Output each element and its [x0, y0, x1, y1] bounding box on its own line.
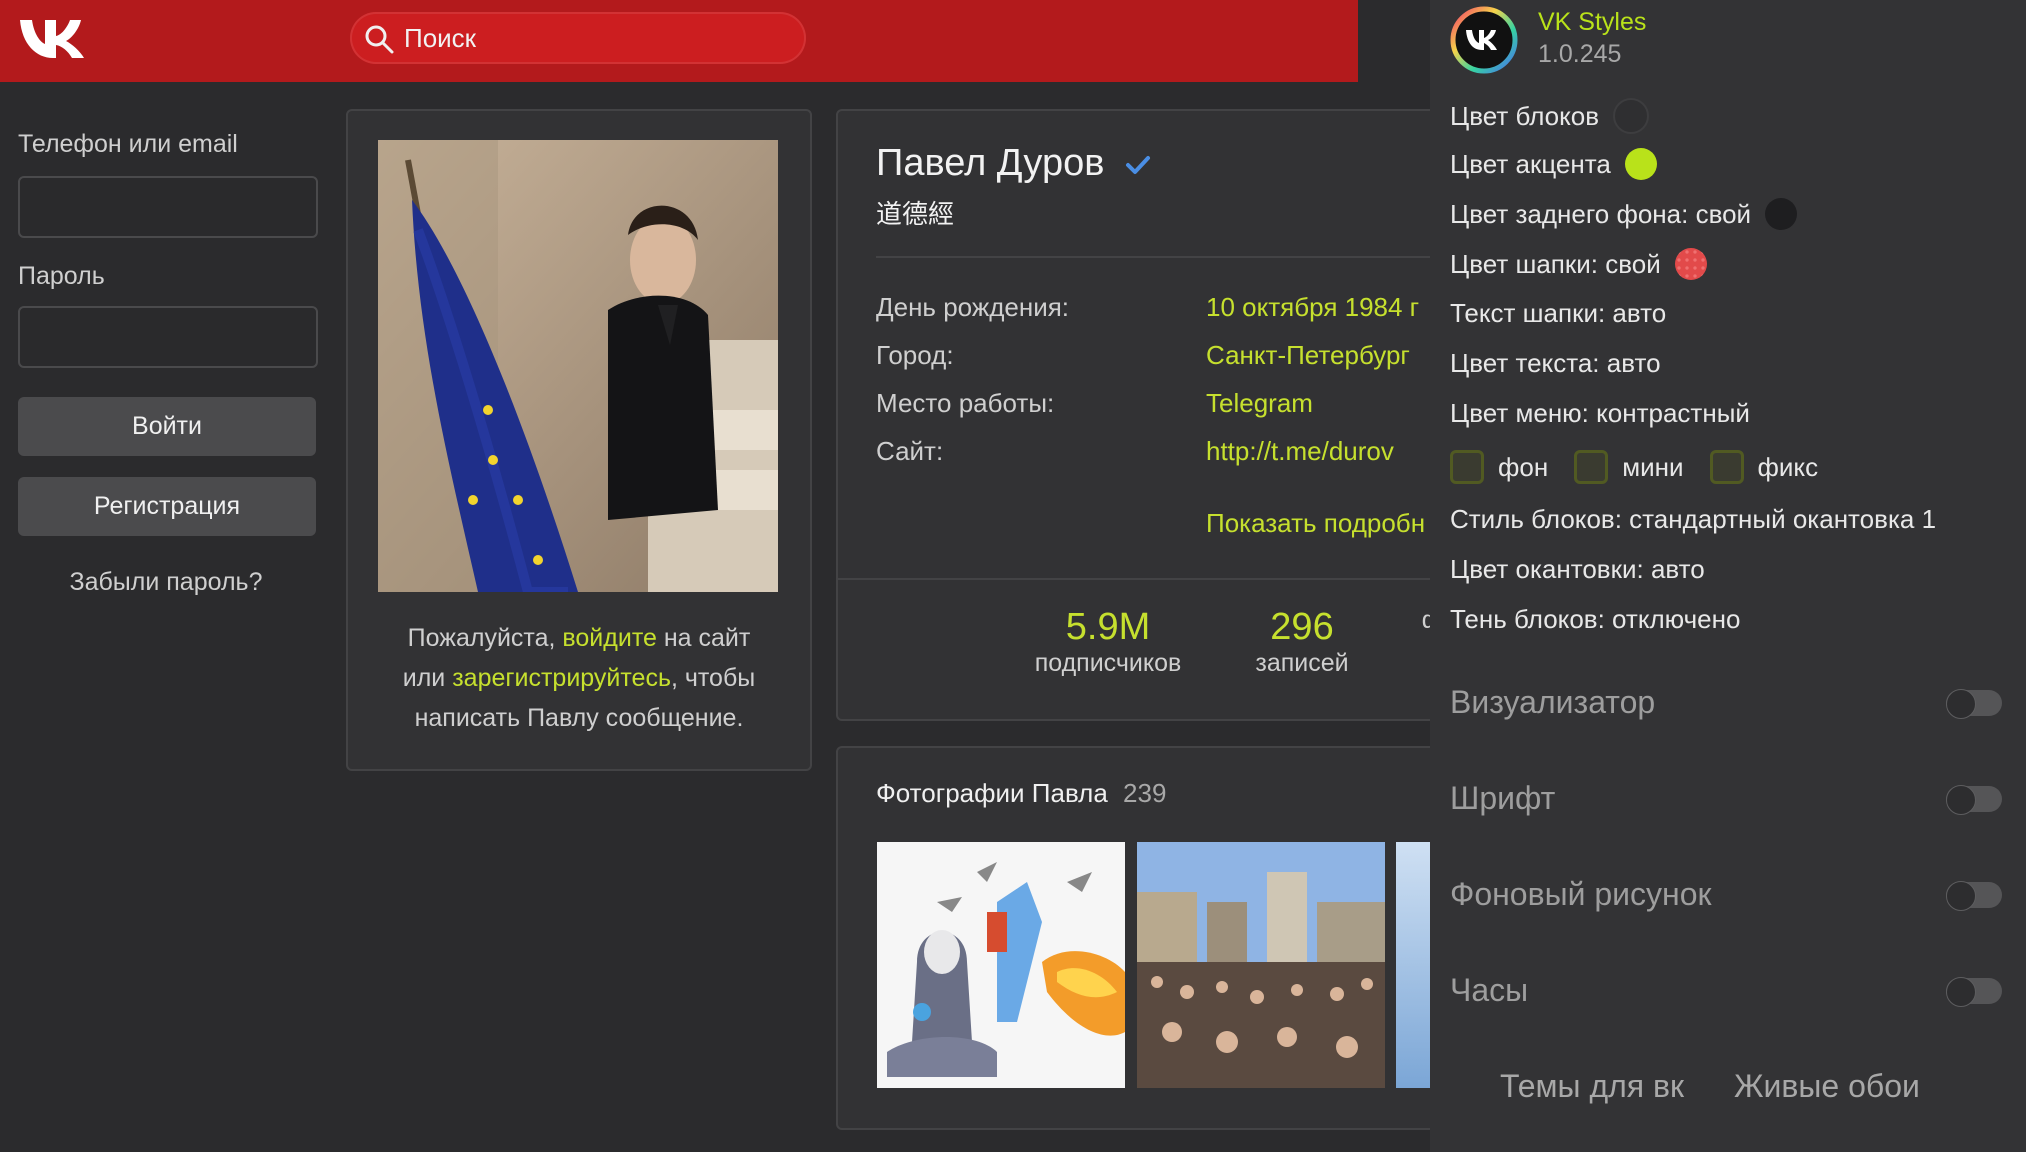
city-label: Город: [876, 340, 954, 370]
option-header-color-label: Цвет шапки: свой [1450, 248, 1661, 279]
background-color-swatch[interactable] [1765, 198, 1798, 230]
vk-styles-panel: VK Styles 1.0.245 Цвет блоков Цвет акцен… [1430, 0, 2026, 1152]
login-prompt-line-1: Пожалуйста, войдите на сайт [407, 624, 751, 652]
posts-count: 296 [1270, 606, 1334, 648]
forgot-password-link[interactable]: Забыли пароль? [18, 568, 314, 597]
header-color-swatch[interactable] [1674, 248, 1707, 280]
background-image-toggle[interactable] [1946, 881, 2002, 911]
checkbox-mini-label: мини [1622, 451, 1684, 482]
photos-header[interactable]: Фотографии Павла 239 [876, 778, 1166, 809]
posts-counter[interactable]: 296 записей [1222, 606, 1382, 678]
option-background-color[interactable]: Цвет заднего фона: свой [1450, 198, 1798, 230]
photo-crowd-protest [1137, 842, 1385, 1088]
option-header-text[interactable]: Текст шапки: авто [1450, 298, 1666, 329]
section-font[interactable]: Шрифт [1450, 780, 1555, 817]
photos-count: 239 [1123, 778, 1167, 808]
option-block-shadow[interactable]: Тень блоков: отключено [1450, 604, 1740, 635]
phone-label: Телефон или email [18, 130, 238, 158]
visualizer-toggle[interactable] [1946, 689, 2002, 719]
profile-photo[interactable] [378, 140, 778, 592]
live-wallpapers-link[interactable]: Живые обои [1734, 1068, 1920, 1105]
register-link[interactable]: зарегистрируйтесь [452, 664, 671, 692]
show-more-link[interactable]: Показать подробн [1206, 508, 1425, 539]
profile-name-text: Павел Дуров [876, 142, 1105, 184]
accent-color-swatch[interactable] [1624, 148, 1657, 180]
option-menu-color[interactable]: Цвет меню: контрастный [1450, 398, 1750, 429]
option-background-color-label: Цвет заднего фона: свой [1450, 198, 1752, 229]
checkbox-fixed[interactable] [1709, 450, 1744, 484]
work-value[interactable]: Telegram [1206, 388, 1313, 419]
section-background-image[interactable]: Фоновый рисунок [1450, 876, 1712, 913]
section-clock[interactable]: Часы [1450, 972, 1528, 1009]
register-button[interactable]: Регистрация [18, 477, 316, 536]
photo-telegram-cartoon [877, 842, 1125, 1088]
followers-count: 5.9M [1065, 606, 1151, 648]
app-name: VK Styles [1538, 8, 1647, 36]
profile-status: 道德經 [876, 199, 955, 229]
phone-input[interactable] [18, 176, 318, 238]
login-button[interactable]: Войти [18, 397, 316, 456]
font-toggle[interactable] [1946, 785, 2002, 815]
work-label: Место работы: [876, 388, 1055, 418]
option-block-color-label: Цвет блоков [1450, 100, 1600, 131]
counters-divider [838, 578, 1476, 580]
checkbox-background[interactable] [1450, 450, 1484, 484]
followers-label: подписчиков [1034, 649, 1182, 677]
checkbox-mini[interactable] [1574, 450, 1609, 484]
option-border-color[interactable]: Цвет окантовки: авто [1450, 554, 1705, 585]
birthday-label: День рождения: [876, 292, 1070, 322]
search-field[interactable]: Поиск [350, 12, 806, 64]
photo-thumbnail[interactable] [1137, 842, 1385, 1088]
profile-photo-image [378, 140, 778, 592]
profile-name: Павел Дуров [876, 142, 1151, 185]
login-link[interactable]: войдите [562, 624, 657, 652]
option-block-style[interactable]: Стиль блоков: стандартный окантовка 1 [1450, 504, 1936, 535]
site-value[interactable]: http://t.me/durov [1206, 436, 1394, 467]
vk-logo-icon[interactable] [18, 14, 86, 60]
option-accent-color-label: Цвет акцента [1450, 148, 1611, 179]
vk-styles-logo-icon [1450, 6, 1518, 74]
section-visualizer[interactable]: Визуализатор [1450, 684, 1655, 721]
block-color-swatch[interactable] [1613, 98, 1650, 134]
option-block-color[interactable]: Цвет блоков [1450, 98, 1650, 134]
followers-counter[interactable]: 5.9M подписчиков [1008, 606, 1208, 678]
checkbox-fixed-label: фикс [1757, 451, 1819, 482]
app-version: 1.0.245 [1538, 40, 1622, 68]
clock-toggle[interactable] [1946, 977, 2002, 1007]
checkbox-background-label: фон [1498, 451, 1549, 482]
login-prompt-line-2: или зарегистрируйтесь, чтобы [402, 664, 756, 692]
option-text-color[interactable]: Цвет текста: авто [1450, 348, 1661, 379]
city-value[interactable]: Санкт-Петербург [1206, 340, 1410, 371]
top-header: Поиск [0, 0, 1358, 82]
site-label: Сайт: [876, 436, 944, 466]
password-input[interactable] [18, 306, 318, 368]
photo-thumbnail[interactable] [1396, 842, 1430, 1088]
option-checkbox-row: фон мини фикс [1450, 450, 1818, 484]
profile-divider [876, 256, 1476, 258]
photos-title: Фотографии Павла [876, 778, 1108, 808]
option-header-color[interactable]: Цвет шапки: свой [1450, 248, 1707, 280]
verified-check-icon [1125, 155, 1150, 174]
photo-thumbnail[interactable] [877, 842, 1125, 1088]
login-prompt-line-3: написать Павлу сообщение. [414, 704, 744, 732]
posts-label: записей [1255, 649, 1349, 677]
themes-link[interactable]: Темы для вк [1500, 1068, 1684, 1105]
login-prompt-message: Пожалуйста, войдите на сайт или зарегист… [346, 618, 812, 738]
password-label: Пароль [18, 262, 105, 290]
birthday-value[interactable]: 10 октября 1984 г [1206, 292, 1419, 323]
option-accent-color[interactable]: Цвет акцента [1450, 148, 1657, 180]
search-placeholder: Поиск [404, 23, 477, 53]
search-icon [365, 25, 394, 54]
